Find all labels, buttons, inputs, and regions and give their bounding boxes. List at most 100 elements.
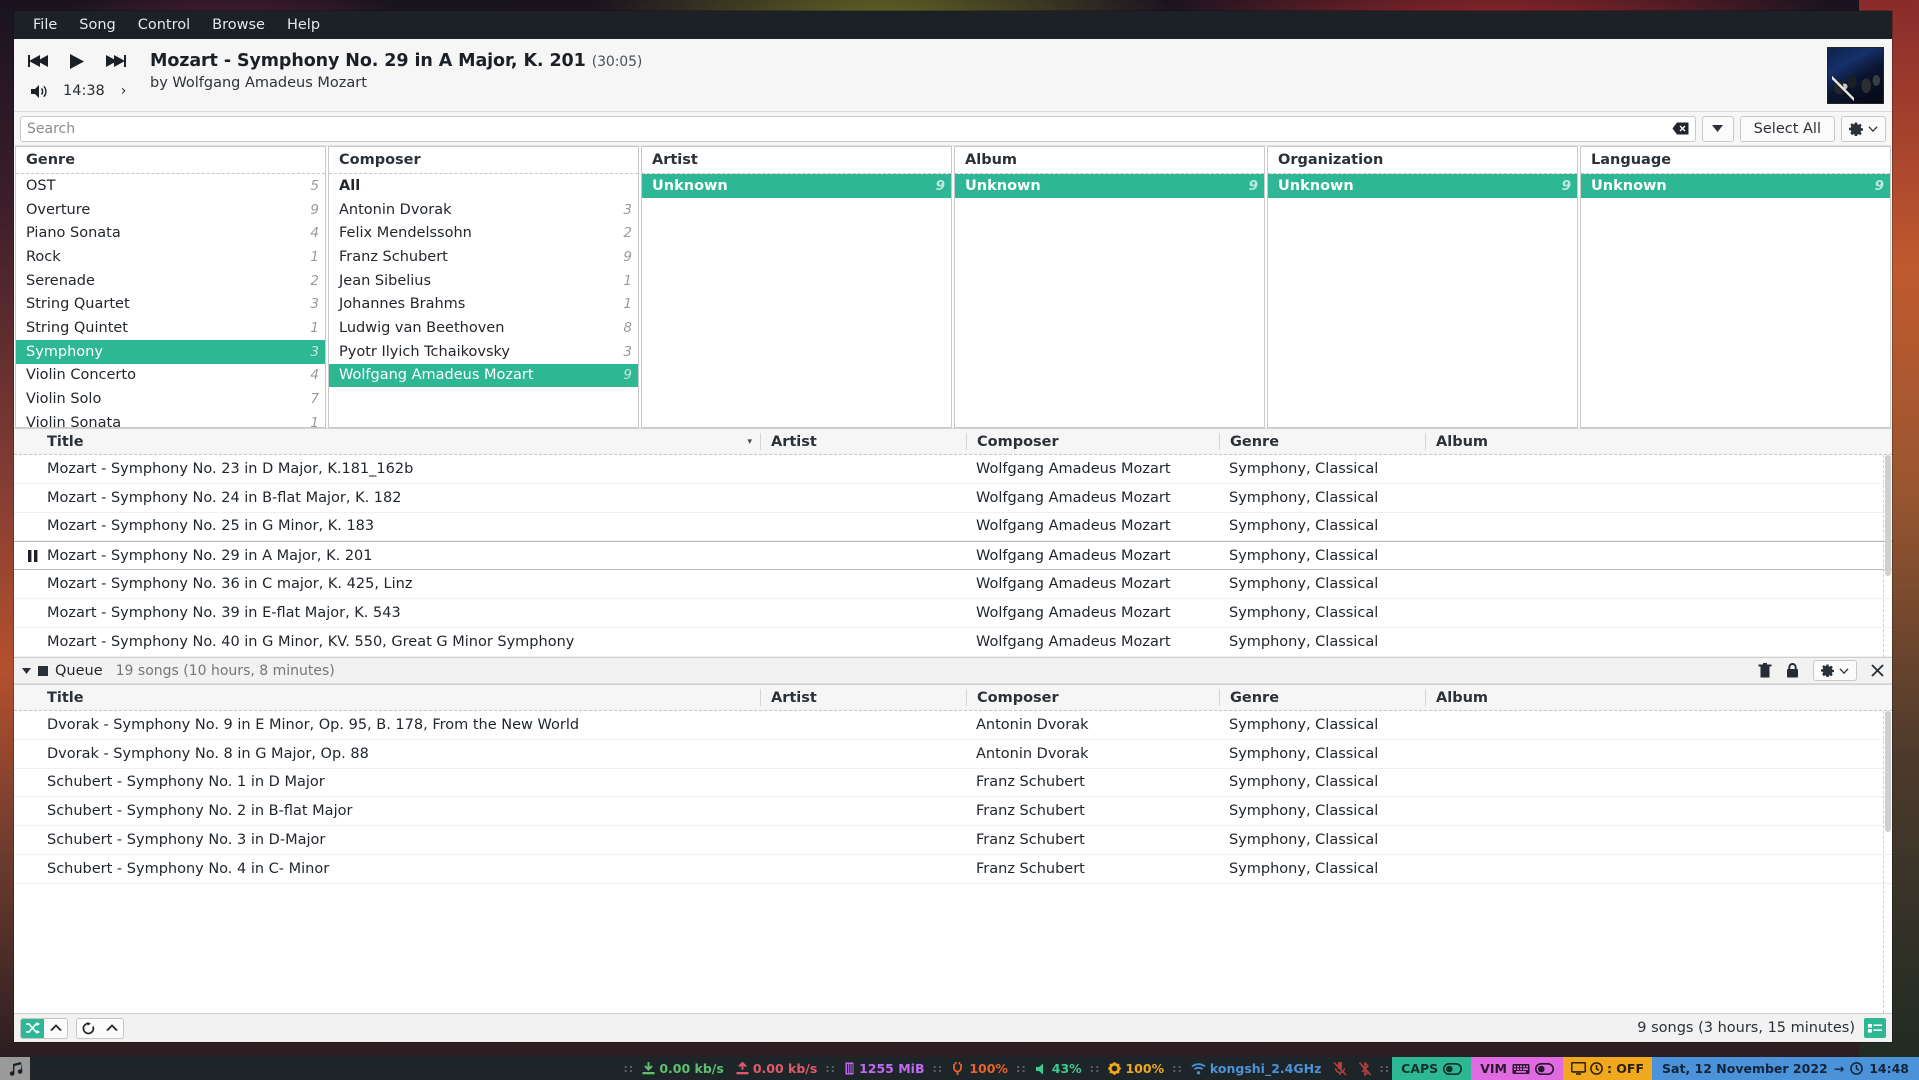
shuffle-options-chevron-up-icon[interactable]	[44, 1019, 67, 1038]
pane-row[interactable]: Pyotr Ilyich Tchaikovsky 3	[329, 340, 638, 364]
pane-row[interactable]: Unknown 9	[1268, 174, 1577, 198]
repeat-icon[interactable]	[77, 1019, 100, 1038]
scrollbar-thumb[interactable]	[1885, 455, 1891, 577]
pane-row[interactable]: Wolfgang Amadeus Mozart 9	[329, 363, 638, 388]
tray-power[interactable]: 100%	[945, 1057, 1014, 1080]
table-row[interactable]: Mozart - Symphony No. 39 in E-flat Major…	[14, 598, 1892, 628]
menu-item-file[interactable]: File	[22, 14, 68, 36]
tray-mic-off[interactable]	[1327, 1057, 1353, 1080]
pane-row[interactable]: Rock 1	[16, 245, 325, 269]
triangle-down-icon[interactable]	[22, 667, 31, 674]
tray-volume[interactable]: 43%	[1029, 1057, 1088, 1080]
pane-row[interactable]: OST 5	[16, 174, 325, 198]
album-art[interactable]	[1827, 47, 1884, 104]
table-row[interactable]: Mozart - Symphony No. 36 in C major, K. …	[14, 570, 1892, 599]
table-row[interactable]: Mozart - Symphony No. 25 in G Minor, K. …	[14, 512, 1892, 542]
menu-item-help[interactable]: Help	[276, 14, 331, 36]
queue-column-header-title[interactable]: Title	[14, 689, 760, 706]
vertical-scrollbar[interactable]	[1883, 455, 1892, 657]
table-row[interactable]: Mozart - Symphony No. 24 in B-flat Major…	[14, 483, 1892, 513]
table-row[interactable]: Dvorak - Symphony No. 8 in G Major, Op. …	[14, 739, 1892, 769]
tray-sleep-timer[interactable]: : OFF	[1562, 1057, 1653, 1080]
tray-vim-mode[interactable]: VIM	[1471, 1057, 1563, 1080]
column-header-album[interactable]: Album	[1425, 433, 1892, 450]
column-header-title[interactable]: Title ▾	[14, 433, 760, 450]
pane-body[interactable]: Unknown 9	[1581, 174, 1890, 427]
pane-body[interactable]: OST 5 Overture 9 Piano Sonata 4 Rock 1 Serenade 2…	[16, 174, 325, 427]
table-row[interactable]: Mozart - Symphony No. 23 in D Major, K.1…	[14, 455, 1892, 484]
pane-row[interactable]: Violin Solo 7	[16, 387, 325, 411]
pane-row[interactable]: Serenade 2	[16, 269, 325, 293]
menu-item-control[interactable]: Control	[127, 14, 201, 36]
pane-row[interactable]: Violin Sonata 1	[16, 411, 325, 427]
song-list-body[interactable]: Mozart - Symphony No. 23 in D Major, K.1…	[14, 455, 1892, 657]
tray-memory[interactable]: 1255 MiB	[838, 1057, 930, 1080]
pane-row[interactable]: Jean Sibelius 1	[329, 269, 638, 293]
expand-time-icon[interactable]: ›	[121, 83, 127, 99]
table-row[interactable]: Mozart - Symphony No. 29 in A Major, K. …	[14, 541, 1892, 571]
tray-upload[interactable]: 0.00 kb/s	[730, 1057, 823, 1080]
lock-icon[interactable]	[1786, 663, 1799, 678]
search-box[interactable]	[20, 115, 1696, 142]
pane-row[interactable]: Ludwig van Beethoven 8	[329, 316, 638, 340]
scrollbar-thumb[interactable]	[1885, 711, 1891, 832]
column-header-genre[interactable]: Genre	[1219, 433, 1425, 450]
pane-row[interactable]: Unknown 9	[1581, 174, 1890, 198]
tray-wifi[interactable]: kongshi_2.4GHz	[1185, 1057, 1327, 1080]
pane-row[interactable]: Felix Mendelssohn 2	[329, 221, 638, 245]
pane-row[interactable]: Unknown 9	[955, 174, 1264, 198]
tray-clock[interactable]: Sat, 12 November 2022 → 14:48	[1652, 1057, 1919, 1080]
pane-row[interactable]: Unknown 9	[642, 174, 951, 198]
queue-settings-button[interactable]	[1813, 660, 1857, 681]
menu-item-song[interactable]: Song	[68, 14, 126, 36]
repeat-options-chevron-up-icon[interactable]	[100, 1019, 123, 1038]
pane-body[interactable]: Unknown 9	[1268, 174, 1577, 427]
tray-brightness[interactable]: 100%	[1102, 1057, 1170, 1080]
pane-row[interactable]: Violin Concerto 4	[16, 364, 325, 388]
music-note-icon[interactable]	[0, 1057, 30, 1080]
column-header-artist[interactable]: Artist	[760, 433, 966, 450]
pane-body[interactable]: Unknown 9	[955, 174, 1264, 427]
menu-item-browse[interactable]: Browse	[201, 14, 276, 36]
trash-icon[interactable]	[1758, 663, 1772, 678]
pane-row[interactable]: Antonin Dvorak 3	[329, 198, 638, 222]
list-view-icon[interactable]	[1864, 1018, 1886, 1038]
pane-row[interactable]: Franz Schubert 9	[329, 245, 638, 269]
vertical-scrollbar[interactable]	[1883, 711, 1892, 1013]
queue-column-header-album[interactable]: Album	[1425, 689, 1892, 706]
pane-body[interactable]: Unknown 9	[642, 174, 951, 427]
volume-icon[interactable]	[30, 84, 47, 99]
close-icon[interactable]	[1871, 664, 1884, 677]
queue-list-body[interactable]: Dvorak - Symphony No. 9 in E Minor, Op. …	[14, 711, 1892, 1013]
queue-column-header-genre[interactable]: Genre	[1219, 689, 1425, 706]
table-row[interactable]: Dvorak - Symphony No. 9 in E Minor, Op. …	[14, 711, 1892, 740]
stop-icon[interactable]	[38, 665, 48, 676]
search-input[interactable]	[27, 117, 1689, 140]
pane-row[interactable]: All	[329, 174, 638, 198]
play-icon[interactable]	[69, 53, 85, 70]
table-row[interactable]: Schubert - Symphony No. 1 in D Major Fran…	[14, 768, 1892, 798]
pane-row[interactable]: String Quintet 1	[16, 316, 325, 340]
table-row[interactable]: Schubert - Symphony No. 4 in C- Minor Fra…	[14, 854, 1892, 884]
select-all-button[interactable]: Select All	[1739, 115, 1835, 142]
pane-row[interactable]: Overture 9	[16, 198, 325, 222]
skip-previous-icon[interactable]	[28, 54, 49, 68]
pane-row[interactable]: Johannes Brahms 1	[329, 292, 638, 316]
table-row[interactable]: Mozart - Symphony No. 40 in G Minor, KV.…	[14, 627, 1892, 657]
search-settings-button[interactable]	[1841, 115, 1886, 142]
pane-row[interactable]: Piano Sonata 4	[16, 221, 325, 245]
table-row[interactable]: Schubert - Symphony No. 3 in D-Major Fran…	[14, 826, 1892, 855]
tray-capslock[interactable]: CAPS	[1392, 1057, 1472, 1080]
column-header-composer[interactable]: Composer	[966, 433, 1219, 450]
pane-row[interactable]: Symphony 3	[16, 339, 325, 364]
tray-download[interactable]: 0.00 kb/s	[636, 1057, 729, 1080]
shuffle-icon[interactable]	[21, 1018, 44, 1038]
tray-bluetooth-off[interactable]	[1353, 1057, 1377, 1080]
skip-next-icon[interactable]	[105, 54, 126, 68]
table-row[interactable]: Schubert - Symphony No. 2 in B-flat Majo…	[14, 797, 1892, 827]
search-dropdown-button[interactable]	[1701, 115, 1734, 142]
queue-column-header-composer[interactable]: Composer	[966, 689, 1219, 706]
clear-search-icon[interactable]	[1672, 122, 1689, 135]
queue-column-header-artist[interactable]: Artist	[760, 689, 966, 706]
pane-body[interactable]: All Antonin Dvorak 3 Felix Mendelssohn 2 Fran…	[329, 174, 638, 427]
